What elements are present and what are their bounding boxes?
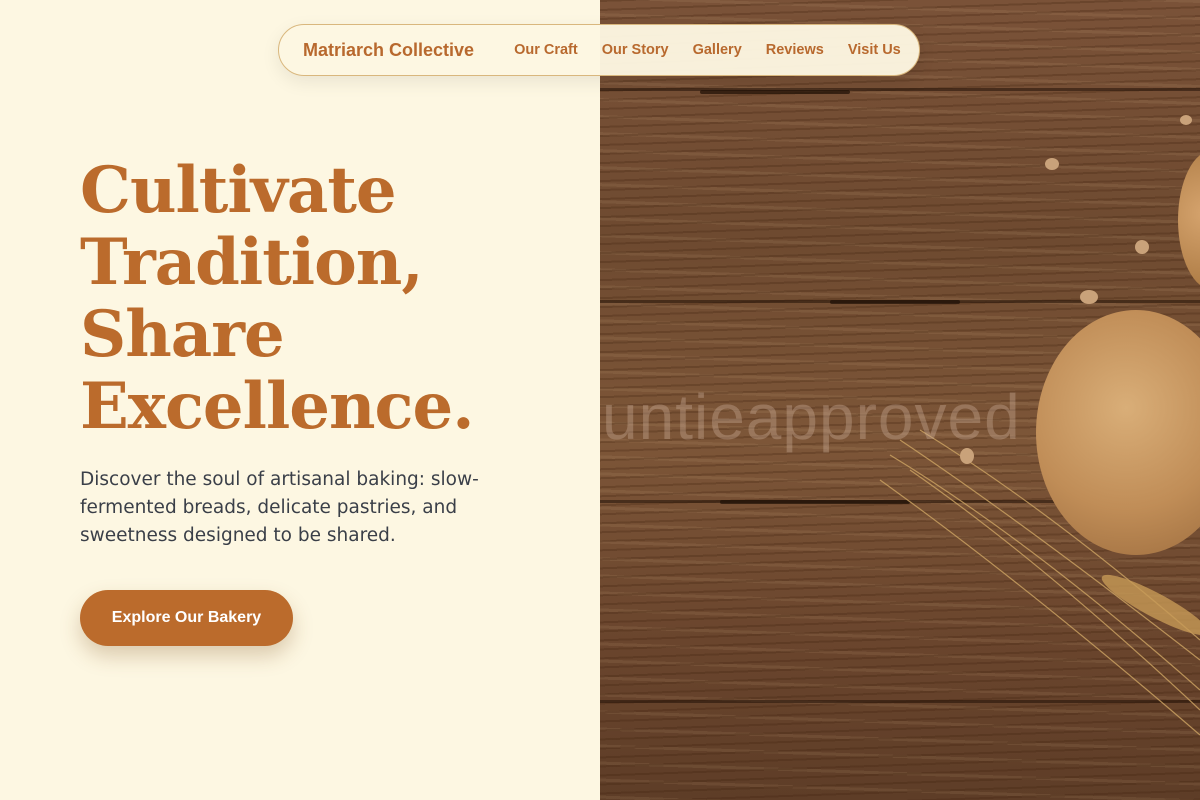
- headline-line: Cultivate: [80, 153, 397, 228]
- crumb: [1045, 158, 1059, 170]
- crumb: [1180, 115, 1192, 125]
- hero-image: untieapproved: [600, 0, 1200, 800]
- nav-links: Our Craft Our Story Gallery Reviews Visi…: [514, 42, 901, 58]
- nav-link-visit-us[interactable]: Visit Us: [848, 42, 901, 58]
- nav-link-gallery[interactable]: Gallery: [693, 42, 742, 58]
- hero-description: Discover the soul of artisanal baking: s…: [80, 469, 479, 546]
- hero-headline: Cultivate Tradition, Share Excellence.: [80, 153, 474, 444]
- headline-line: Share: [80, 297, 285, 372]
- nav-link-our-story[interactable]: Our Story: [602, 42, 669, 58]
- crumb: [1135, 240, 1149, 254]
- nav-link-reviews[interactable]: Reviews: [766, 42, 824, 58]
- top-navigation: Matriarch Collective Our Craft Our Story…: [278, 24, 920, 76]
- crumb: [1080, 290, 1098, 304]
- brand-logo[interactable]: Matriarch Collective: [303, 40, 474, 61]
- nav-link-our-craft[interactable]: Our Craft: [514, 42, 578, 58]
- watermark-text: untieapproved: [602, 381, 1021, 453]
- headline-line: Tradition,: [80, 225, 424, 300]
- explore-bakery-button[interactable]: Explore Our Bakery: [80, 590, 293, 646]
- headline-line: Excellence.: [80, 369, 474, 444]
